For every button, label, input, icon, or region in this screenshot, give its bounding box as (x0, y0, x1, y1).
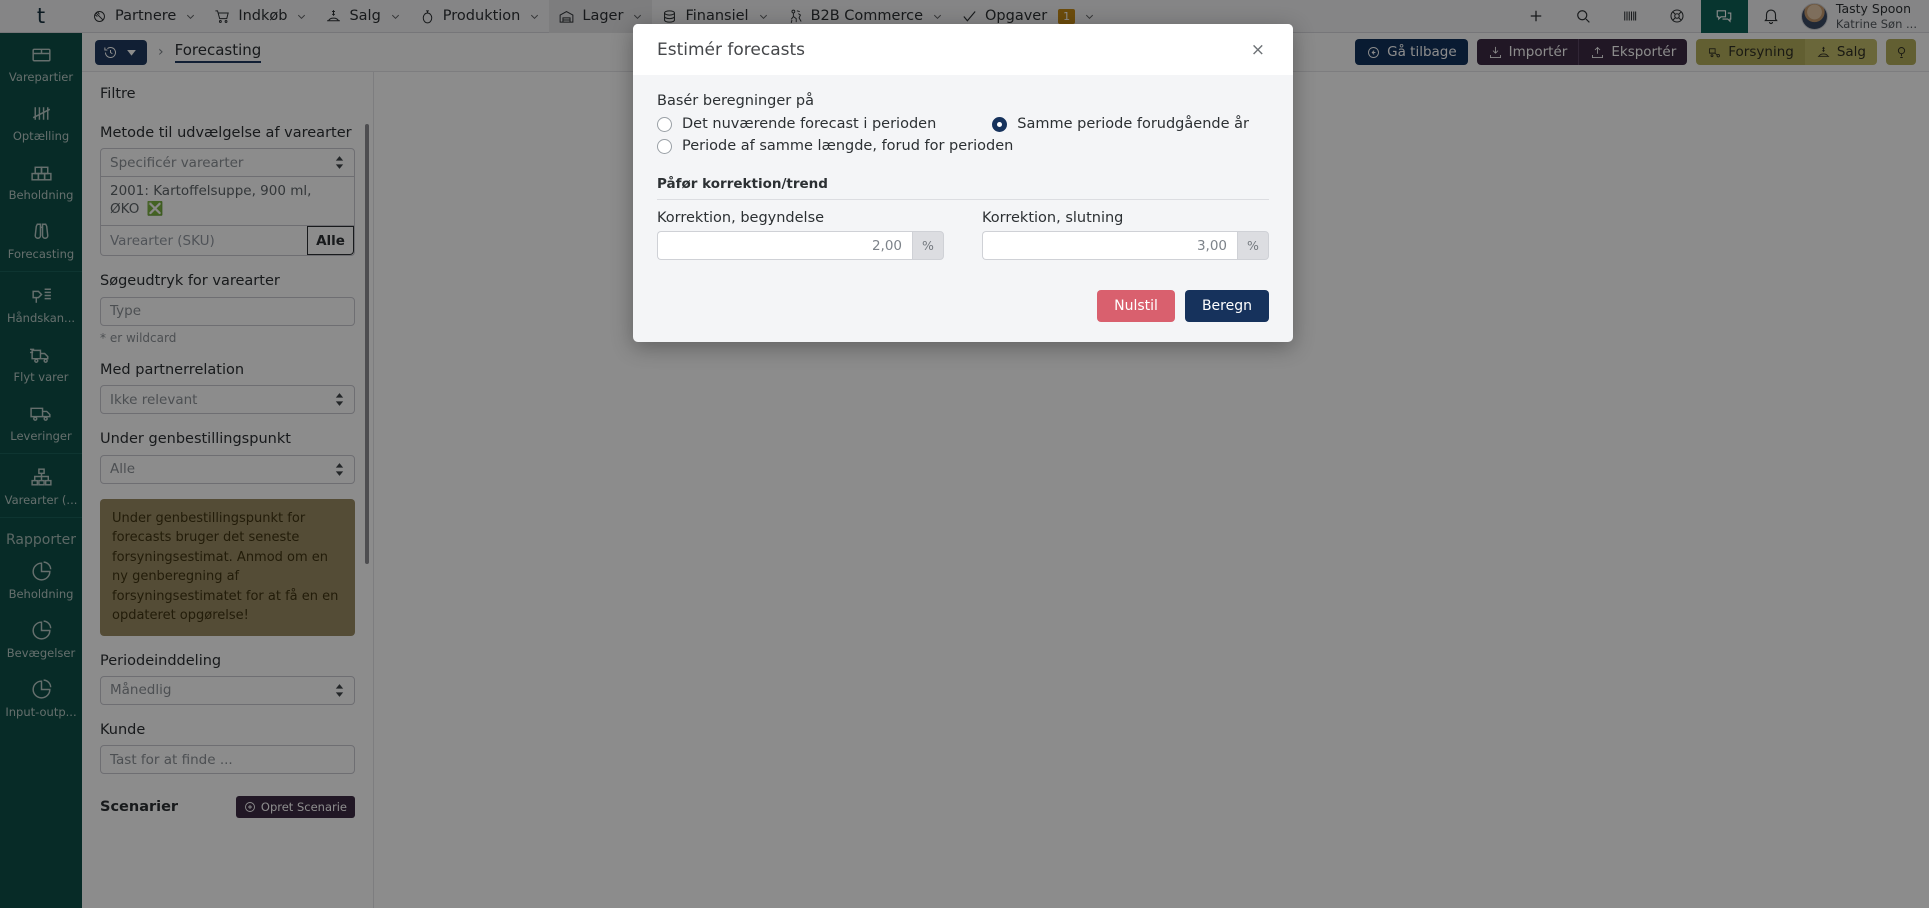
correction-start-label: Korrektion, begyndelse (657, 210, 825, 226)
dialog-footer: Nulstil Beregn (633, 268, 1293, 342)
radio-icon[interactable] (657, 138, 672, 154)
radio-option-same-period-prev-year[interactable]: Samme periode forudgående år (992, 116, 1249, 132)
radio-icon-selected[interactable] (992, 116, 1008, 132)
correction-end-input[interactable] (982, 231, 1237, 260)
correction-end-input-group: % (982, 231, 1269, 260)
radio-option-current-forecast[interactable]: Det nuværende forecast i perioden (657, 116, 936, 132)
basis-label: Basér beregninger på (657, 93, 814, 109)
correction-end-field: Korrektion, slutning % (982, 210, 1269, 260)
app-root: t Partnere Indkøb Salg Produktion Lager … (0, 0, 1929, 908)
section-divider (657, 199, 1269, 200)
correction-start-input-group: % (657, 231, 944, 260)
dialog-body: Basér beregninger på Det nuværende forec… (633, 75, 1293, 268)
percent-suffix: % (1237, 231, 1269, 260)
calculate-button[interactable]: Beregn (1184, 290, 1269, 322)
correction-start-field: Korrektion, begyndelse % (657, 210, 944, 260)
radio-label: Samme periode forudgående år (1017, 116, 1249, 132)
estimate-forecasts-dialog: Estimér forecasts × Basér beregninger på… (633, 24, 1293, 342)
dialog-header: Estimér forecasts × (633, 24, 1293, 75)
close-icon[interactable]: × (1247, 40, 1269, 61)
correction-heading: Påfør korrektion/trend (657, 176, 828, 192)
radio-label: Periode af samme længde, forud for perio… (682, 138, 1014, 154)
radio-option-same-length-period[interactable]: Periode af samme længde, forud for perio… (657, 138, 1269, 154)
correction-end-label: Korrektion, slutning (982, 210, 1124, 226)
radio-label: Det nuværende forecast i perioden (682, 116, 937, 132)
correction-start-input[interactable] (657, 231, 912, 260)
dialog-title: Estimér forecasts (657, 40, 806, 60)
reset-button[interactable]: Nulstil (1097, 290, 1175, 322)
correction-fields: Korrektion, begyndelse % Korrektion, slu… (657, 210, 1269, 260)
percent-suffix: % (912, 231, 944, 260)
radio-icon[interactable] (657, 116, 672, 132)
